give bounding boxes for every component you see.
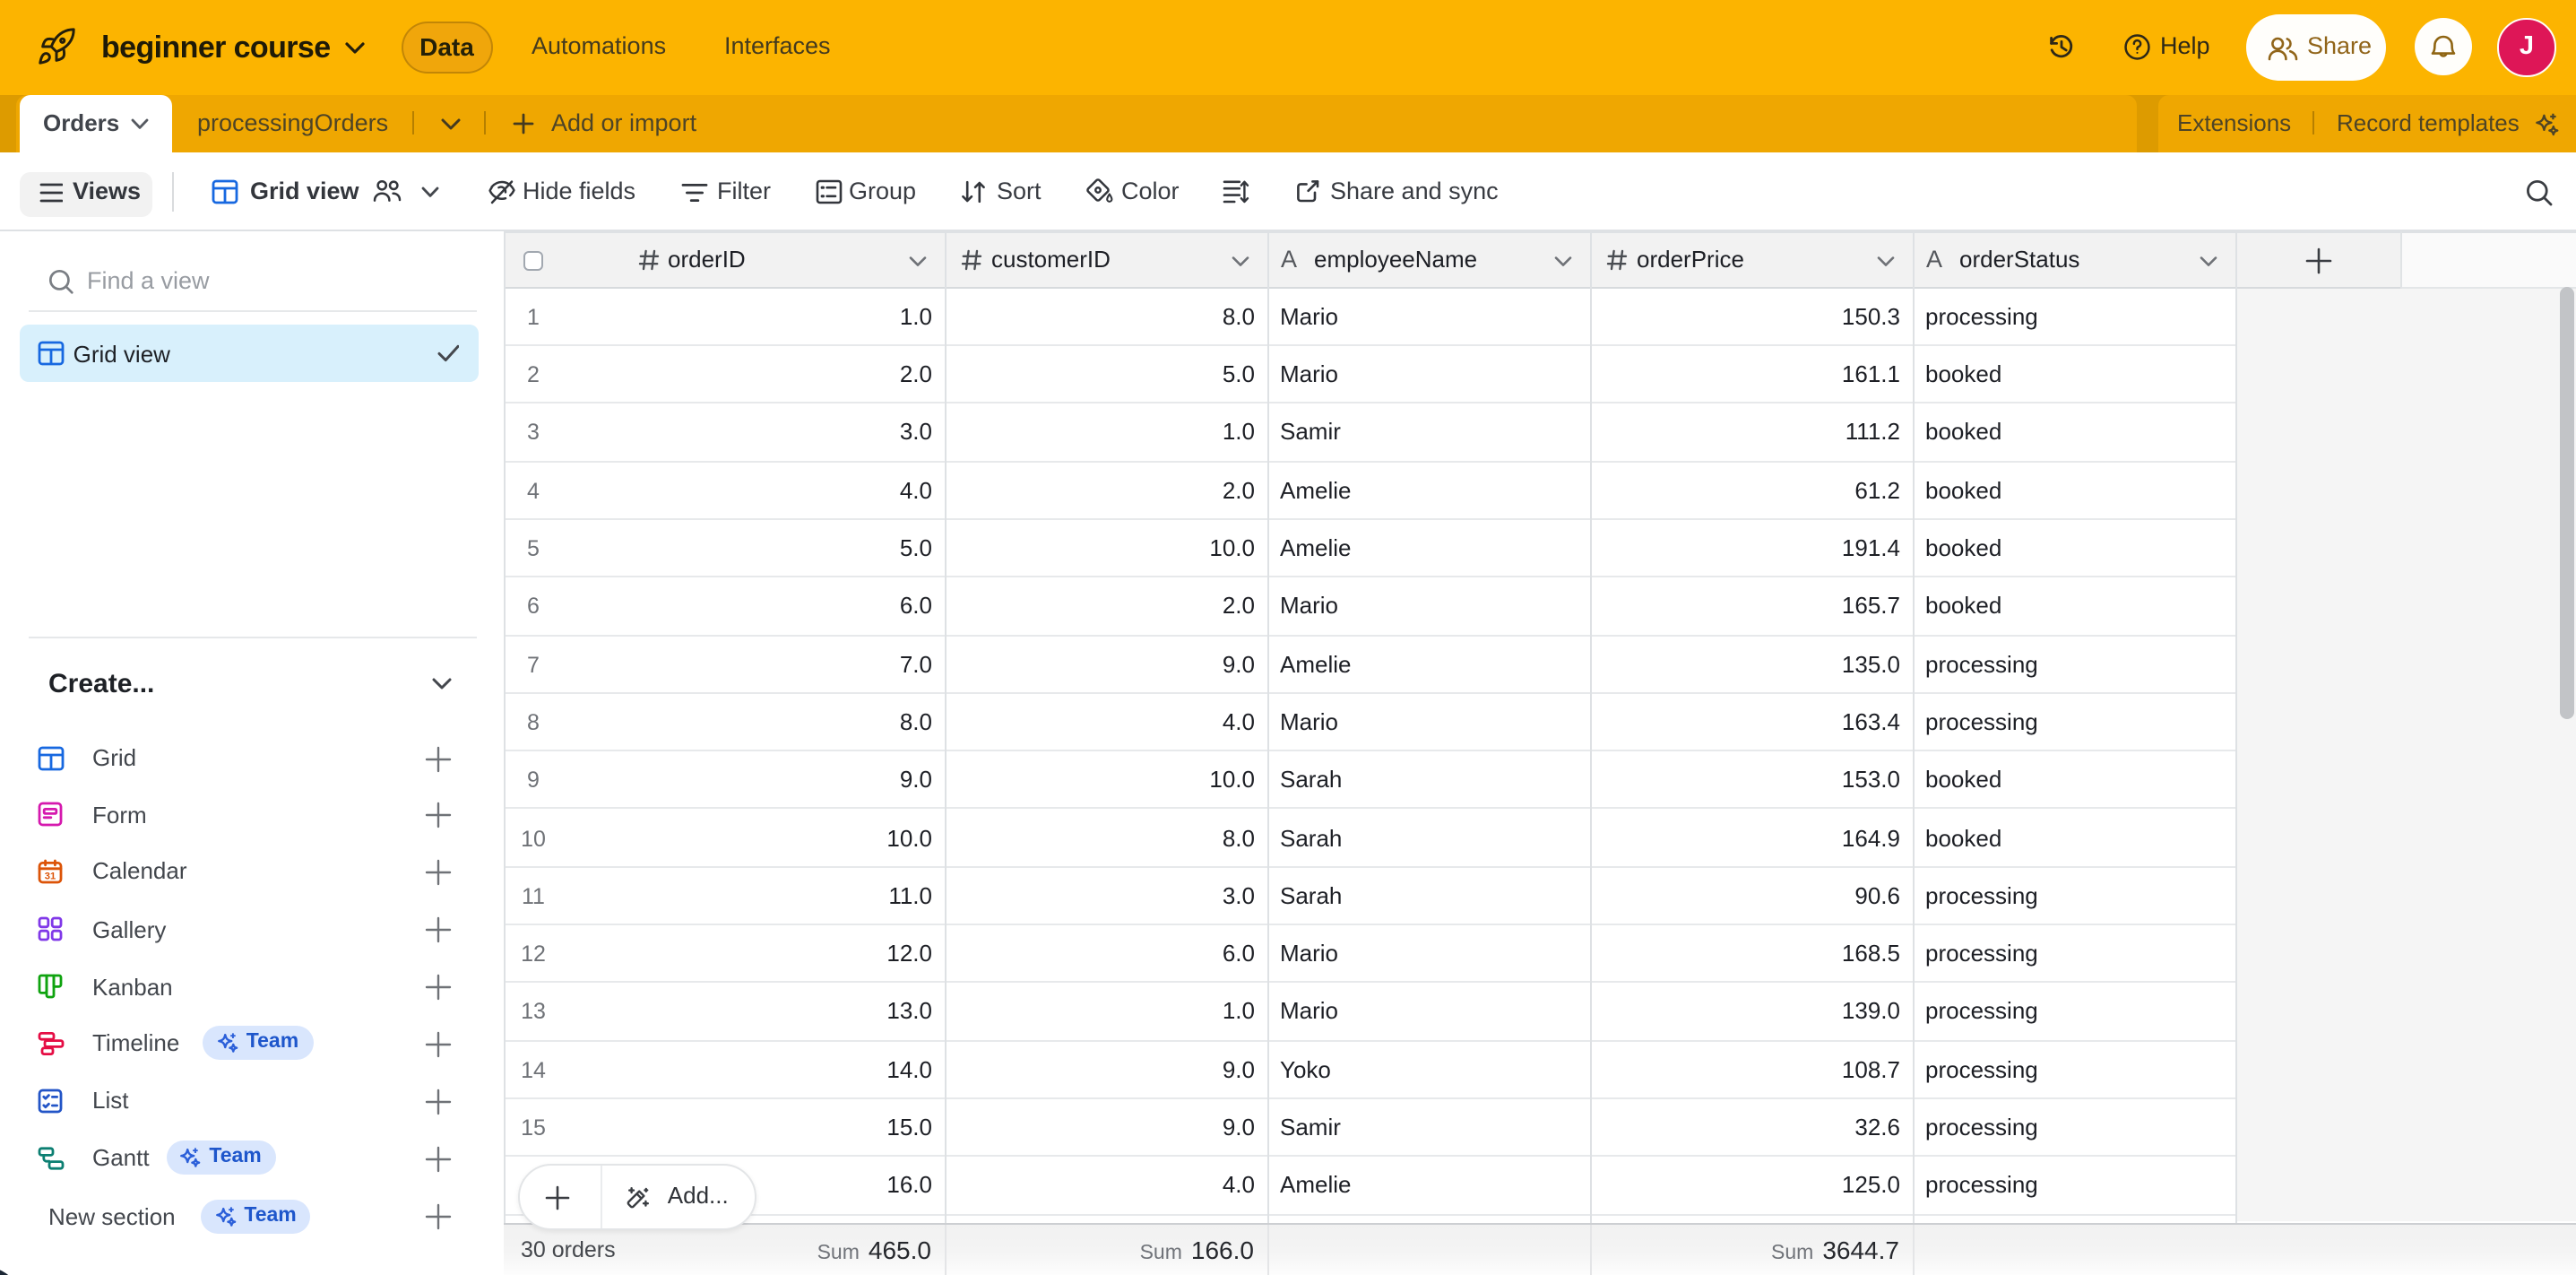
svg-text:31: 31 bbox=[44, 871, 55, 881]
